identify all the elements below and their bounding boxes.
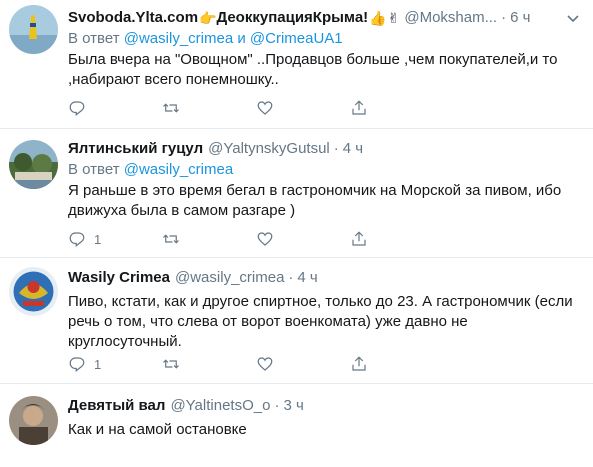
separator-dot: · [333,140,339,157]
avatar[interactable] [9,140,58,189]
reply-button[interactable]: 1 [68,355,162,373]
tweet[interactable]: Wasily Crimea @wasily_crimea · 4 ч Пиво,… [0,258,593,384]
like-button[interactable] [256,230,350,248]
timestamp[interactable]: 4 ч [297,268,317,288]
display-name[interactable]: Wasily Crimea [68,268,170,288]
reply-icon [69,232,85,247]
pointing-hand-icon: 👉 [199,10,217,26]
reply-button[interactable] [68,99,162,117]
victory-hand-icon: ✌ [387,10,400,26]
display-name[interactable]: Девятый вал [68,396,165,416]
user-handle[interactable]: @wasily_crimea [175,268,284,288]
display-name[interactable]: Svoboda.Ylta.com [68,8,198,28]
avatar[interactable] [9,267,58,316]
share-button[interactable] [350,99,368,117]
thumbs-up-icon: 👍 [369,10,387,26]
reply-prefix: В ответ [68,30,120,47]
display-name-suffix[interactable]: ДеоккупацияКрыма! [216,8,368,28]
chevron-down-icon[interactable] [565,10,581,26]
tweet-header: Svoboda.Ylta.com 👉 ДеоккупацияКрыма! 👍 ✌… [68,8,581,28]
tweet-header: Девятый вал @YaltinetsO_o · 3 ч [68,396,581,416]
share-button[interactable] [350,230,368,248]
reply-context: В ответ @wasily_crimea и @CrimeaUA1 [68,29,581,49]
tweet-text: Я раньше в это время бегал в гастрономчи… [68,182,562,219]
reply-and-link[interactable]: и [237,30,245,47]
tweet-header: Wasily Crimea @wasily_crimea · 4 ч [68,268,581,288]
reply-icon [69,357,85,372]
user-handle[interactable]: @YaltinetsO_o [170,396,270,416]
separator-dot: · [274,397,280,414]
timestamp[interactable]: 4 ч [343,139,363,159]
share-icon [352,231,366,246]
display-name[interactable]: Ялтинський гуцул [68,139,203,159]
mention-link[interactable]: @wasily_crimea [124,30,233,47]
reply-context: В ответ @wasily_crimea [68,160,581,180]
mention-link[interactable]: @CrimeaUA1 [250,30,343,47]
retweet-button[interactable] [162,230,256,248]
tweet-text: Была вчера на "Овощном" ..Продавцов боль… [68,51,558,88]
tweet-header: Ялтинський гуцул @YaltynskyGutsul · 4 ч [68,139,581,159]
timestamp[interactable]: 3 ч [283,396,303,416]
heart-icon [257,357,273,371]
separator-dot: · [501,9,507,26]
reply-count: 1 [94,356,102,372]
heart-icon [257,232,273,246]
mention-link[interactable]: @wasily_crimea [124,161,233,178]
tweet[interactable]: Ялтинський гуцул @YaltynskyGutsul · 4 ч … [0,129,593,258]
like-button[interactable] [256,99,350,117]
share-button[interactable] [350,355,368,373]
separator-dot: · [288,269,294,286]
reply-count: 1 [94,231,102,247]
avatar[interactable] [9,396,58,445]
tweet[interactable]: Девятый вал @YaltinetsO_o · 3 ч Как и на… [0,384,593,467]
user-handle[interactable]: @Moksham... [404,8,497,28]
reply-button[interactable]: 1 [68,230,162,248]
like-button[interactable] [256,355,350,373]
tweet[interactable]: Svoboda.Ylta.com 👉 ДеоккупацияКрыма! 👍 ✌… [0,0,593,129]
retweet-icon [163,103,179,113]
tweet-text: Пиво, кстати, как и другое спиртное, тол… [68,293,573,350]
share-icon [352,100,366,115]
retweet-icon [163,359,179,369]
retweet-button[interactable] [162,355,256,373]
heart-icon [257,101,273,115]
user-handle[interactable]: @YaltynskyGutsul [208,139,330,159]
retweet-button[interactable] [162,99,256,117]
timestamp[interactable]: 6 ч [510,8,530,28]
reply-prefix: В ответ [68,161,120,178]
reply-icon [69,101,85,116]
retweet-icon [163,234,179,244]
tweet-text: Как и на самой остановке [68,421,247,438]
share-icon [352,356,366,371]
avatar[interactable] [9,5,58,54]
